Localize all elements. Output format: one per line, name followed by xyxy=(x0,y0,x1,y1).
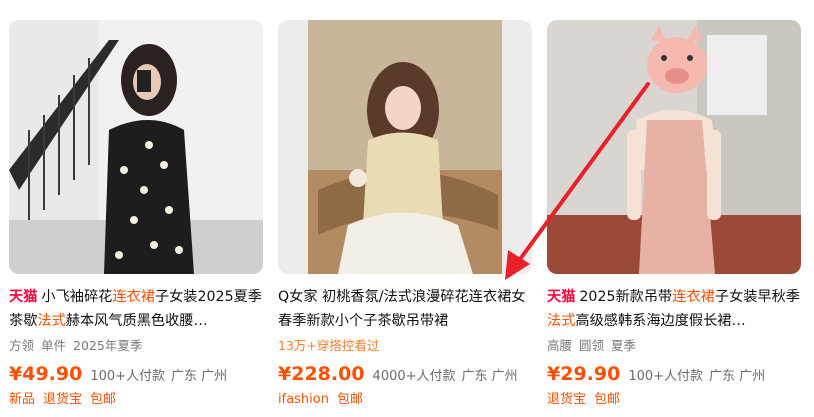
product-title-3[interactable]: 天猫 2025新款吊带连衣裙子女装早秋季法式高级感韩系海边度假长裙… xyxy=(547,285,801,333)
product-card-1[interactable]: 天猫 小飞袖碎花连衣裙子女装2025夏季茶歇法式赫本风气质黑色收腰… 方领 单件 20… xyxy=(9,20,263,410)
price-row-1: ¥49.90 100+人付款 广东 广州 xyxy=(9,361,263,387)
product-card-2[interactable]: Q女家 初桃香氛/法式浪漫碎花连衣裙女春季新款小个子茶歇吊带裙 13万+穿搭控看… xyxy=(278,20,532,410)
tmall-badge: 天猫 xyxy=(547,289,576,305)
title-text: 2025新款吊带 xyxy=(579,289,673,305)
sold-count: 100+人付款 xyxy=(628,369,704,384)
sold-count: 100+人付款 xyxy=(90,369,166,384)
product-image-2[interactable] xyxy=(278,20,532,274)
product-tags-1: 方领 单件 2025年夏季 xyxy=(9,337,263,355)
service-badges-2: ifashion 包邮 xyxy=(278,390,532,410)
next-row-cutoff xyxy=(547,410,667,417)
title-highlight: 法式 xyxy=(547,313,576,329)
product-title-1[interactable]: 天猫 小飞袖碎花连衣裙子女装2025夏季茶歇法式赫本风气质黑色收腰… xyxy=(9,285,263,333)
title-text: 高级感韩系海边度假长裙… xyxy=(575,313,746,329)
title-highlight: 连衣裙 xyxy=(672,289,715,305)
product-card-3[interactable]: 天猫 2025新款吊带连衣裙子女装早秋季法式高级感韩系海边度假长裙… 高腰 圆领 夏季… xyxy=(547,20,801,410)
title-text: Q女家 初桃香氛/法式浪漫碎花连衣裙女春季新款小个子茶歇吊带裙 xyxy=(278,289,526,329)
product-title-2[interactable]: Q女家 初桃香氛/法式浪漫碎花连衣裙女春季新款小个子茶歇吊带裙 xyxy=(278,285,532,333)
tmall-badge: 天猫 xyxy=(9,289,38,305)
badge: ifashion xyxy=(278,392,329,407)
title-highlight: 连衣裙 xyxy=(112,289,155,305)
location: 广东 广州 xyxy=(461,369,518,384)
service-badges-3: 退货宝 包邮 xyxy=(547,390,801,410)
tag: 高腰 xyxy=(547,338,573,353)
title-text: 赫本风气质黑色收腰… xyxy=(65,313,208,329)
sold-count: 4000+人付款 xyxy=(372,369,456,384)
tag: 单件 xyxy=(41,338,67,353)
product-image-1[interactable] xyxy=(9,20,263,274)
badge: 新品 xyxy=(9,392,36,407)
service-badges-1: 新品 退货宝 包邮 xyxy=(9,390,263,410)
badge: 包邮 xyxy=(90,392,117,407)
price: ¥228.00 xyxy=(278,363,365,385)
badge: 退货宝 xyxy=(43,392,83,407)
price: ¥49.90 xyxy=(9,363,83,385)
price: ¥29.90 xyxy=(547,363,621,385)
title-highlight: 法式 xyxy=(37,313,66,329)
badge: 退货宝 xyxy=(547,392,587,407)
location: 广东 广州 xyxy=(171,369,228,384)
tag: 13万+穿搭控看过 xyxy=(278,338,380,353)
product-tags-2: 13万+穿搭控看过 xyxy=(278,337,532,355)
tag: 夏季 xyxy=(611,338,637,353)
badge: 包邮 xyxy=(336,392,363,407)
tag: 2025年夏季 xyxy=(73,338,143,353)
title-text: 小飞袖碎花 xyxy=(41,289,113,305)
product-tags-3: 高腰 圆领 夏季 xyxy=(547,337,801,355)
next-row-cutoff xyxy=(9,410,129,417)
tag: 圆领 xyxy=(579,338,605,353)
location: 广东 广州 xyxy=(709,369,766,384)
tag: 方领 xyxy=(9,338,35,353)
badge: 包邮 xyxy=(594,392,621,407)
price-row-3: ¥29.90 100+人付款 广东 广州 xyxy=(547,361,801,387)
price-row-2: ¥228.00 4000+人付款 广东 广州 xyxy=(278,361,532,387)
title-text: 子女装早秋季 xyxy=(714,289,800,305)
product-image-3[interactable] xyxy=(547,20,801,274)
